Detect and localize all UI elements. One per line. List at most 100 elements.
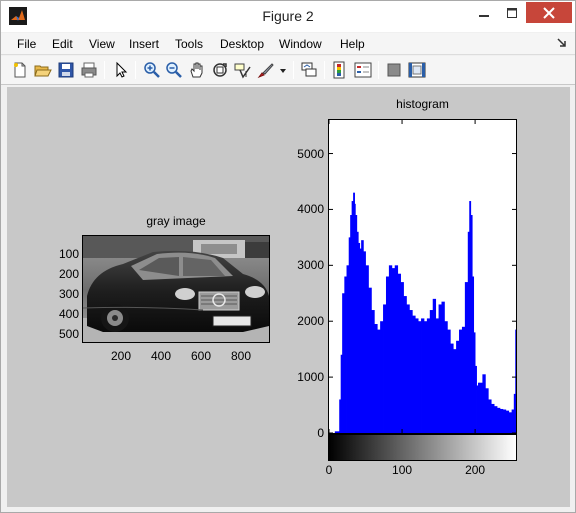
y-tick-label: 4000 [297,202,324,217]
histogram-bar [426,318,431,433]
menu-file[interactable]: File [17,37,36,51]
gray-image-title: gray image [146,214,206,228]
histogram-bar [383,304,387,433]
histogram-bar [450,343,454,433]
histogram-bar [421,318,425,433]
new-figure-icon[interactable] [11,61,29,79]
zoom-out-icon[interactable] [165,61,183,79]
menu-bar: File Edit View Insert Tools Desktop Wind… [1,33,575,55]
link-plot-icon[interactable] [300,61,318,79]
minimize-button[interactable] [471,2,497,23]
histogram-bar [488,399,492,433]
print-icon[interactable] [80,61,98,79]
histogram-bar [508,412,513,433]
histogram-bar [371,310,375,433]
histogram-bar [334,431,340,433]
open-file-icon[interactable] [34,61,52,79]
legend-icon[interactable] [354,61,372,79]
car-photo [83,236,269,342]
x-tick-label: 800 [230,349,252,363]
menu-edit[interactable]: Edit [52,37,73,51]
toolbar-separator [293,61,294,79]
y-tick-label: 100 [58,247,79,261]
histogram-bar [456,340,460,433]
y-tick-label: 2000 [297,314,324,329]
histogram-bar [385,276,390,433]
histogram-bar [441,301,445,433]
histogram-bar [479,382,483,433]
histogram-bar [485,388,489,433]
histogram-bar [499,408,504,433]
y-tick-label: 300 [58,287,79,301]
histogram-bar [447,329,451,433]
toolbar-separator [135,61,136,79]
edit-plot-arrow-icon[interactable] [112,61,130,79]
data-cursor-icon[interactable] [234,61,252,79]
hide-plot-tools-icon[interactable] [385,61,403,79]
histogram-bar [432,298,437,433]
histogram-bar [515,329,517,433]
histogram-title: histogram [396,97,449,111]
figure-window: Figure 2 File Edit View Insert Tools Des… [0,0,576,513]
histogram-bar [491,403,495,433]
zoom-in-icon[interactable] [143,61,161,79]
dock-arrow-icon[interactable] [557,38,567,48]
y-tick-label: 1000 [297,370,324,385]
histogram-bar [391,268,396,433]
histogram-bar [505,410,510,433]
x-tick-label: 0 [325,463,333,477]
menu-view[interactable]: View [89,37,115,51]
histogram-bar [429,310,434,433]
save-icon[interactable] [57,61,75,79]
y-tick-label: 200 [58,267,79,281]
histogram-bar [415,318,419,433]
histogram-bar [423,321,428,433]
histogram-bar [374,324,378,433]
menu-insert[interactable]: Insert [129,37,159,51]
brush-dropdown-icon[interactable] [279,61,287,79]
toolbar-separator [104,61,105,79]
histogram-bar [403,296,407,433]
close-icon [543,6,555,19]
histogram-plot [328,120,517,434]
histogram-bar [435,318,439,433]
histogram-bar [377,329,381,433]
histogram-bar [400,282,404,433]
menu-tools[interactable]: Tools [175,37,203,51]
histogram-bar [409,310,413,433]
gray-colorbar [328,434,517,461]
toolbar-separator [324,61,325,79]
toolbar-separator [378,61,379,79]
histogram-bar [412,315,416,434]
toolbar [1,56,575,85]
histogram-bar [494,406,498,433]
histogram-bar [394,265,399,433]
x-tick-label: 200 [465,463,486,477]
rotate-3d-icon[interactable] [211,61,229,79]
histogram-bar [502,409,507,433]
brush-icon[interactable] [257,61,275,79]
y-tick-label: 3000 [297,258,324,273]
colorbar-icon[interactable] [331,61,349,79]
histogram-bar [368,287,372,433]
menu-desktop[interactable]: Desktop [220,37,264,51]
histogram-bar [464,282,469,433]
title-bar: Figure 2 [1,1,575,32]
histogram-bar [461,326,466,433]
maximize-button[interactable] [498,2,525,23]
y-tick-label: 5000 [297,146,324,161]
menu-help[interactable]: Help [340,37,365,51]
histogram-bar [380,321,384,433]
histogram-bar [482,374,486,433]
histogram-bar [497,407,501,433]
maximize-icon [506,7,517,18]
menu-window[interactable]: Window [279,37,322,51]
x-tick-label: 400 [150,349,172,363]
histogram-bar [444,321,448,433]
x-tick-label: 600 [190,349,212,363]
histogram-bar [418,321,422,433]
pan-hand-icon[interactable] [188,61,206,79]
show-plot-tools-icon[interactable] [408,61,426,79]
minimize-icon [479,14,489,17]
close-button[interactable] [526,2,572,23]
